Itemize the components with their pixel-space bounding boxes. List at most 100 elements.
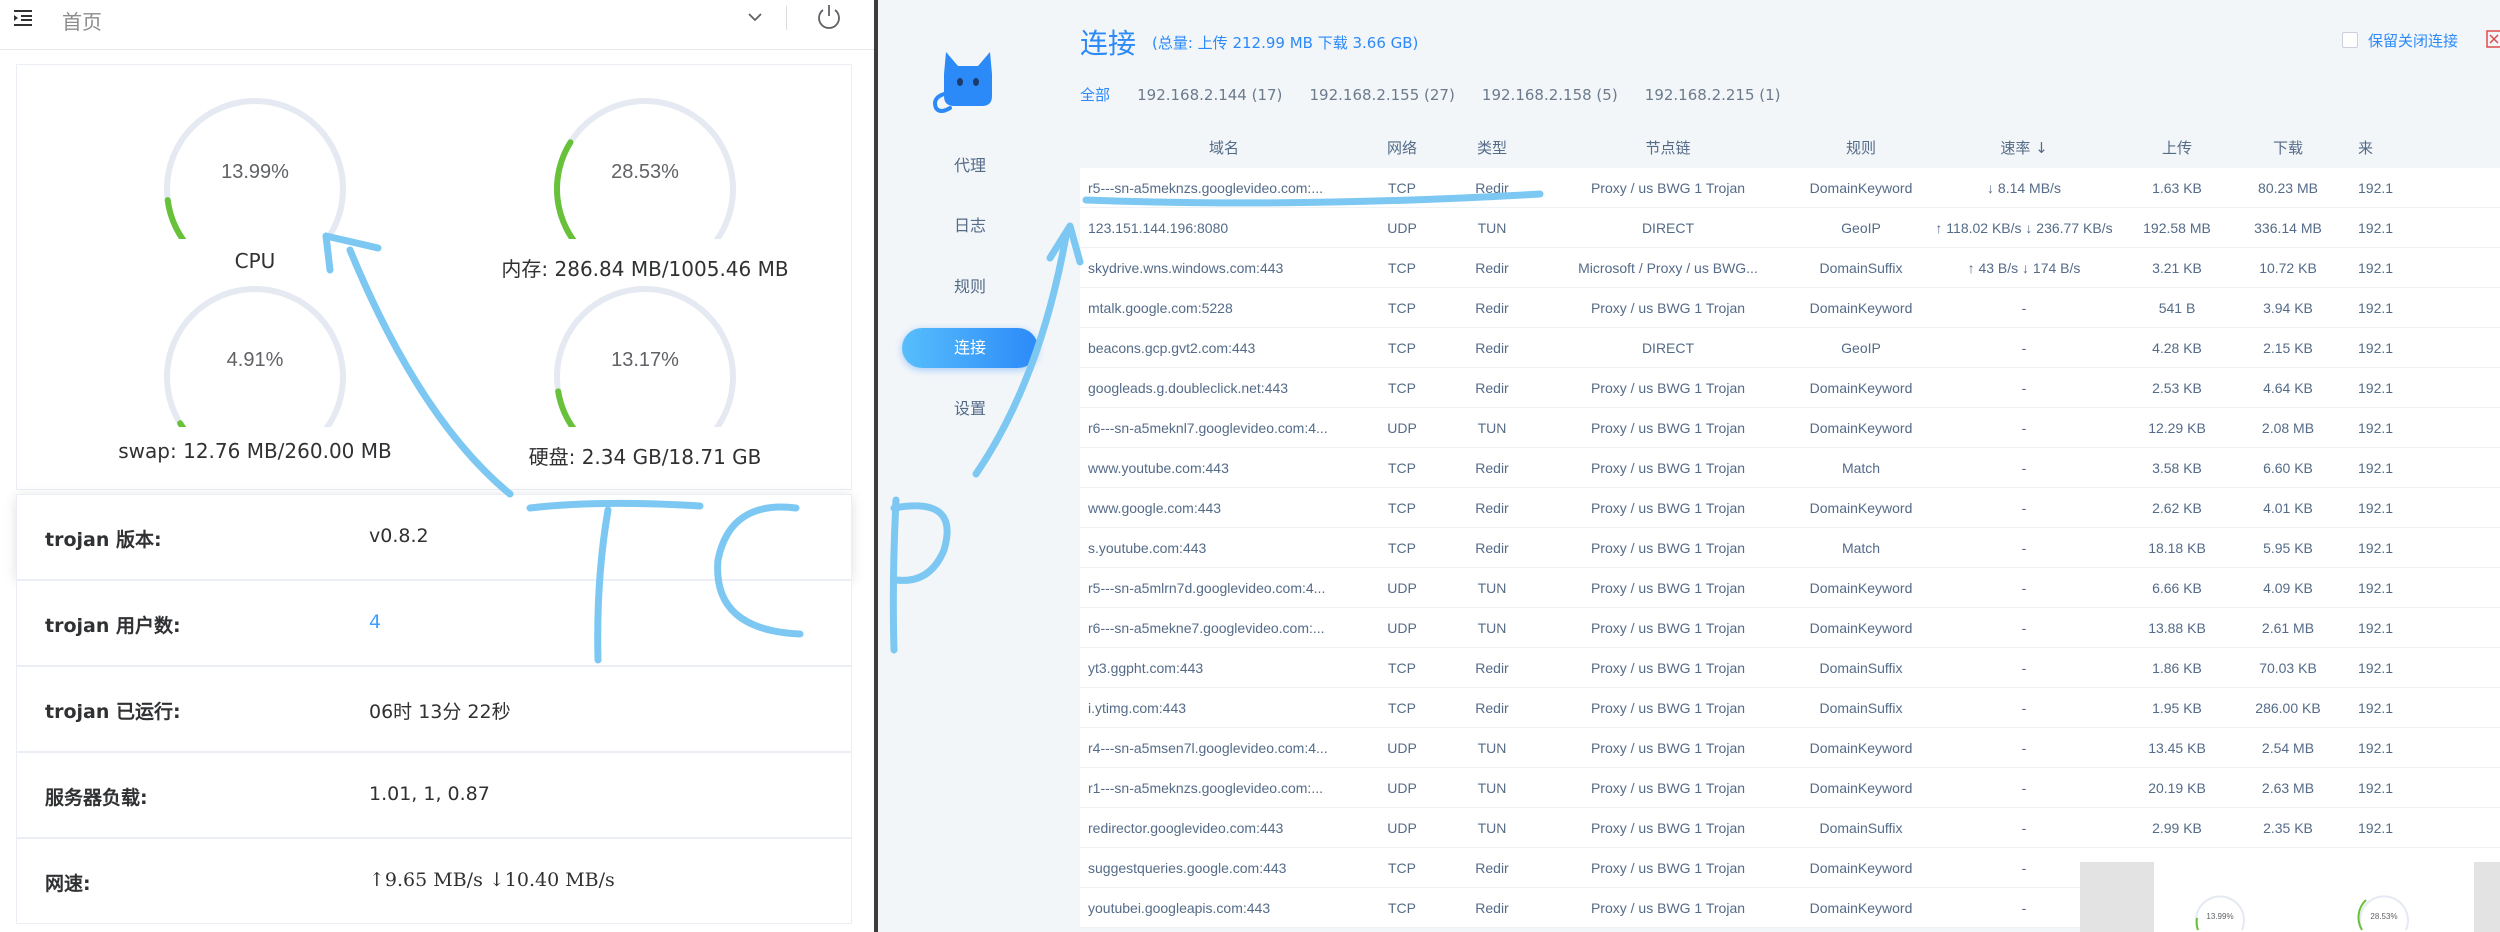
table-row[interactable]: i.ytimg.com:443 TCP Redir Proxy / us BWG 1 … — [1080, 688, 2500, 728]
col-upload: 2.53 KB — [2152, 380, 2202, 396]
col-network: TCP — [1388, 540, 1416, 556]
table-row[interactable]: r5---sn-a5mlrn7d.googlevideo.com:4... UDP… — [1080, 568, 2500, 608]
cpu-gauge-label: CPU — [234, 249, 276, 273]
header-col-upload[interactable]: 上传 — [2122, 128, 2232, 168]
col-domain: r5---sn-a5meknzs.googlevideo.com:... — [1088, 180, 1323, 196]
table-row[interactable]: r6---sn-a5mekne7.googlevideo.com:... UDP T… — [1080, 608, 2500, 648]
col-domain: i.ytimg.com:443 — [1088, 700, 1187, 716]
table-row[interactable]: www.youtube.com:443 TCP Redir Proxy / us BW… — [1080, 448, 2500, 488]
memory-gauge-value: 28.53% — [611, 161, 679, 183]
table-header: 域名 网络 类型 节点链 规则 速率 ↓ 上传 下载来 — [1080, 128, 2500, 168]
swap-gauge: 4.91% — [155, 277, 355, 427]
nav-settings[interactable]: 设置 — [902, 389, 1038, 429]
nav-logs[interactable]: 日志 — [902, 206, 1038, 246]
col-domain: googleads.g.doubleclick.net:443 — [1088, 380, 1289, 396]
table-row[interactable]: r5---sn-a5meknzs.googlevideo.com:... TCP R… — [1080, 168, 2500, 208]
info-value: ↑9.65 MB/s ↓10.40 MB/s — [369, 869, 615, 891]
col-speed: - — [2021, 340, 2027, 356]
disk-gauge-label: 硬盘: 2.34 GB/18.71 GB — [528, 445, 762, 469]
col-rule: DomainKeyword — [1809, 900, 1913, 916]
col-download: 2.35 KB — [2263, 820, 2313, 836]
swap-gauge-label: swap: 12.76 MB/260.00 MB — [118, 439, 392, 463]
keep-closed-label[interactable]: 保留关闭连接 — [2368, 30, 2458, 51]
col-type: TUN — [1477, 420, 1507, 436]
filter-tab-ip[interactable]: 192.168.2.144 (17) — [1137, 86, 1282, 104]
filter-tab-ip[interactable]: 192.168.2.215 (1) — [1645, 86, 1781, 104]
col-upload: 2.99 KB — [2152, 820, 2202, 836]
clash-dashboard: 代理 日志 规则 连接 设置 连接 (总量: 上传 212.99 MB 下载 3… — [878, 0, 2500, 932]
col-source: 192.1 — [2358, 580, 2394, 596]
col-network: UDP — [1387, 780, 1417, 796]
col-speed: - — [2021, 660, 2027, 676]
header-col-domain[interactable]: 域名 — [1088, 128, 1360, 168]
header-col-download[interactable]: 下载 — [2232, 128, 2344, 168]
col-chain: DIRECT — [1641, 340, 1695, 356]
filter-tab-ip[interactable]: 192.168.2.155 (27) — [1310, 86, 1455, 104]
col-source: 192.1 — [2358, 260, 2394, 276]
table-row[interactable]: skydrive.wns.windows.com:443 TCP Redir Micr… — [1080, 248, 2500, 288]
col-source: 192.1 — [2358, 780, 2394, 796]
header-col-chain[interactable]: 节点链 — [1540, 128, 1796, 168]
col-source: 192.1 — [2358, 500, 2394, 516]
header-col-speed[interactable]: 速率 ↓ — [1926, 128, 2122, 168]
filter-tab-all[interactable]: 全部 — [1080, 84, 1110, 105]
col-download: 286.00 KB — [2255, 700, 2321, 716]
nav-connections[interactable]: 连接 — [902, 328, 1038, 368]
header-col-type[interactable]: 类型 — [1444, 128, 1540, 168]
close-all-icon[interactable] — [2486, 30, 2500, 48]
table-row[interactable]: s.youtube.com:443 TCP Redir Proxy / us BWG … — [1080, 528, 2500, 568]
col-domain: r1---sn-a5meknzs.googlevideo.com:... — [1088, 780, 1323, 796]
col-domain: suggestqueries.google.com:443 — [1088, 860, 1287, 876]
keep-closed-checkbox[interactable] — [2342, 32, 2358, 48]
col-domain: yt3.ggpht.com:443 — [1088, 660, 1204, 676]
table-row[interactable]: r4---sn-a5msen7l.googlevideo.com:4... UDP… — [1080, 728, 2500, 768]
table-row[interactable]: r6---sn-a5meknl7.googlevideo.com:4... UDP… — [1080, 408, 2500, 448]
table-row[interactable]: beacons.gcp.gvt2.com:443 TCP Redir DIRECT Ge… — [1080, 328, 2500, 368]
col-chain: Proxy / us BWG 1 Trojan — [1590, 740, 1746, 756]
col-network: UDP — [1387, 740, 1417, 756]
info-key: 服务器负载: — [45, 787, 148, 809]
nav-proxies[interactable]: 代理 — [902, 146, 1038, 186]
user-count-link[interactable]: 4 — [369, 611, 381, 633]
col-chain: Proxy / us BWG 1 Trojan — [1590, 620, 1746, 636]
col-upload: 6.66 KB — [2152, 580, 2202, 596]
col-chain: Proxy / us BWG 1 Trojan — [1590, 580, 1746, 596]
col-rule: Match — [1841, 460, 1881, 476]
thumbnail-gauge-value: 28.53% — [2370, 912, 2397, 921]
table-row[interactable]: www.google.com:443 TCP Redir Proxy / us BWG… — [1080, 488, 2500, 528]
col-rule: DomainKeyword — [1809, 420, 1913, 436]
table-row[interactable]: yt3.ggpht.com:443 TCP Redir Proxy / us BWG … — [1080, 648, 2500, 688]
col-download: 2.63 MB — [2261, 780, 2315, 796]
header-col-network[interactable]: 网络 — [1360, 128, 1444, 168]
table-row[interactable]: redirector.googlevideo.com:443 UDP TUN Prox… — [1080, 808, 2500, 848]
power-icon[interactable] — [814, 2, 844, 32]
nav-rules[interactable]: 规则 — [902, 267, 1038, 307]
table-row[interactable]: googleads.g.doubleclick.net:443 TCP Redir P… — [1080, 368, 2500, 408]
overview-thumbnail: 13.99% 28.53% — [2080, 862, 2500, 932]
header-col-source[interactable]: 来 — [2344, 128, 2424, 168]
col-network: UDP — [1387, 220, 1417, 236]
col-network: TCP — [1388, 300, 1416, 316]
info-row-version: trojan 版本: v0.8.2 — [16, 494, 852, 580]
col-type: Redir — [1475, 660, 1509, 676]
col-speed: ↑ 118.02 KB/s ↓ 236.77 KB/s — [1935, 220, 2113, 236]
table-row[interactable]: mtalk.google.com:5228 TCP Redir Proxy / us … — [1080, 288, 2500, 328]
filter-tab-ip[interactable]: 192.168.2.158 (5) — [1482, 86, 1618, 104]
col-source: 192.1 — [2358, 740, 2394, 756]
table-row[interactable]: 123.151.144.196:8080 UDP TUN DIRECT GeoIP ↑ 1… — [1080, 208, 2500, 248]
header-col-rule[interactable]: 规则 — [1796, 128, 1926, 168]
col-upload: 3.58 KB — [2152, 460, 2202, 476]
col-rule: DomainSuffix — [1819, 820, 1903, 836]
col-rule: GeoIP — [1841, 340, 1881, 356]
menu-fold-icon[interactable] — [12, 7, 34, 29]
chevron-down-icon[interactable] — [746, 8, 764, 26]
col-download: 5.95 KB — [2263, 540, 2313, 556]
col-domain: www.youtube.com:443 — [1088, 460, 1229, 476]
col-source: 192.1 — [2358, 460, 2394, 476]
col-download: 2.15 KB — [2263, 340, 2313, 356]
col-chain: Proxy / us BWG 1 Trojan — [1590, 380, 1746, 396]
col-chain: Proxy / us BWG 1 Trojan — [1590, 420, 1746, 436]
col-speed: - — [2021, 700, 2027, 716]
table-row[interactable]: r1---sn-a5meknzs.googlevideo.com:... UDP T… — [1080, 768, 2500, 808]
breadcrumb-home[interactable]: 首页 — [62, 6, 102, 35]
